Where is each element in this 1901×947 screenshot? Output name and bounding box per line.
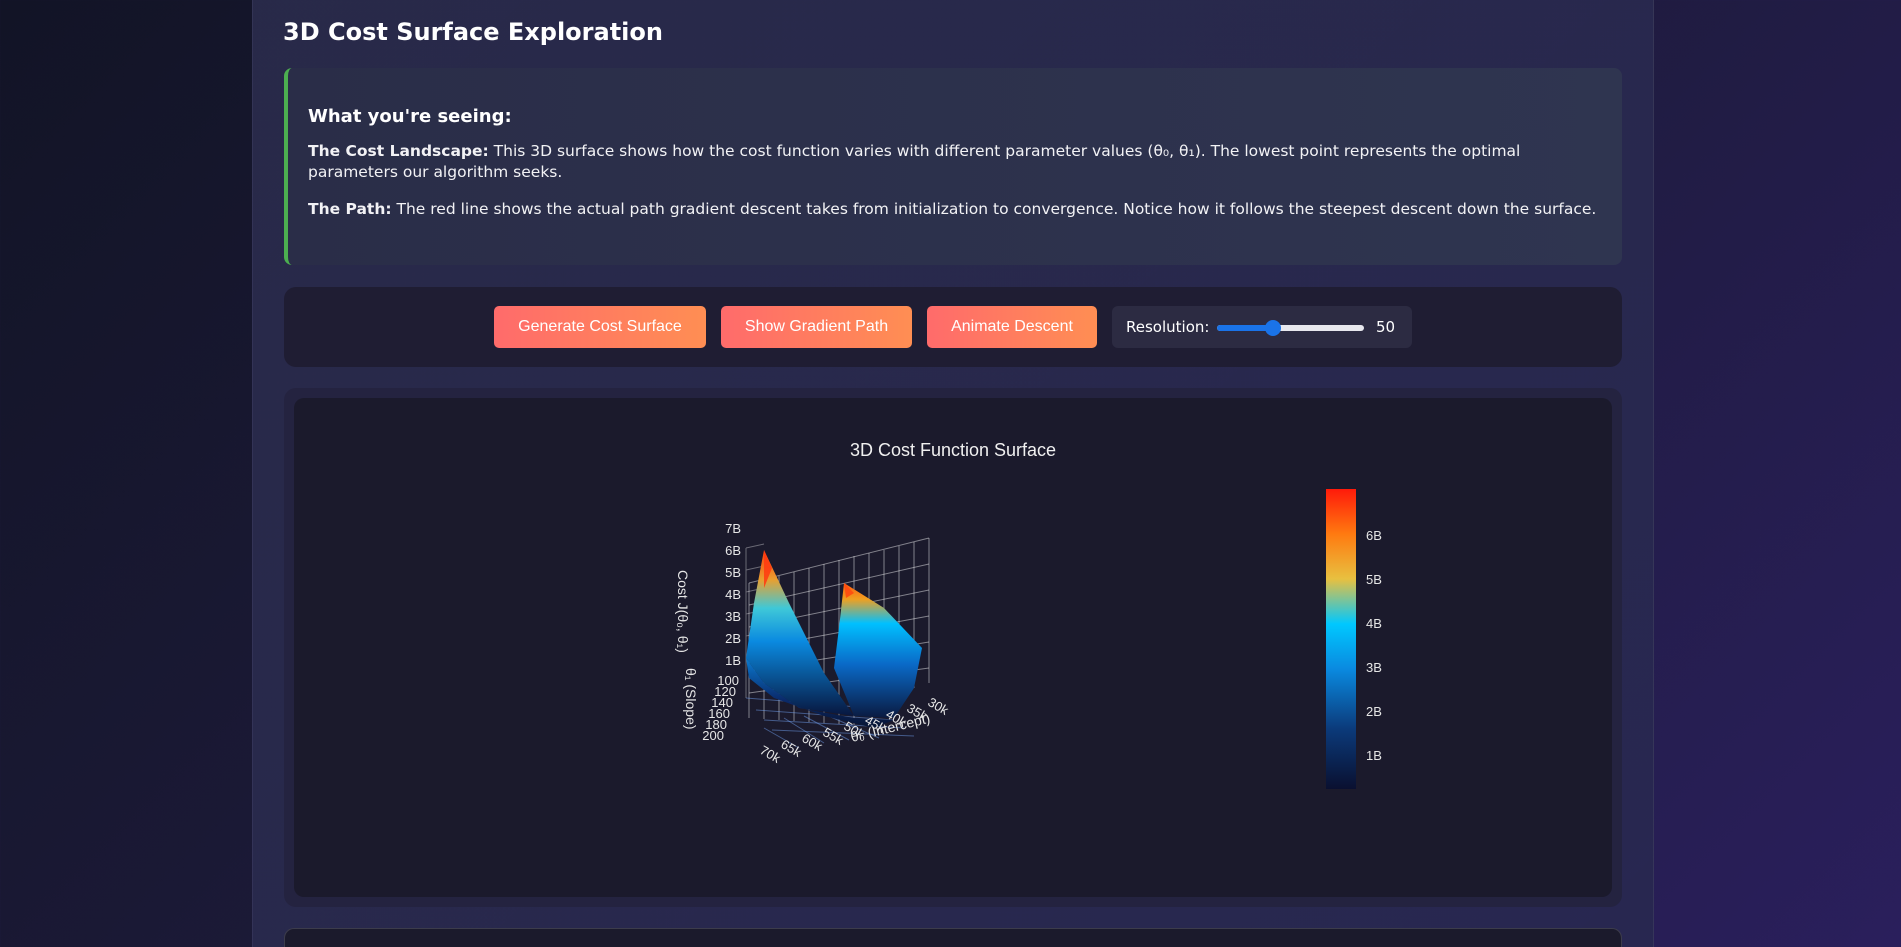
chart-plot-area[interactable]: 3D Cost Function Surface 1B 2B 3B 4B 5B … <box>294 398 1612 897</box>
z-tick-label: 3B <box>725 609 741 624</box>
resolution-slider-thumb[interactable] <box>1264 320 1281 336</box>
resolution-label: Resolution: <box>1126 318 1210 336</box>
y-axis-label: θ₁ (Slope) <box>683 668 699 730</box>
y-axis-ticks: 100120140160180200 <box>702 673 739 743</box>
z-tick-label: 5B <box>725 565 741 580</box>
z-tick-label: 7B <box>725 521 741 536</box>
info-heading: What you're seeing: <box>308 106 512 127</box>
colorbar-tick-label: 4B <box>1366 616 1382 631</box>
colorbar-ticks: 1B 2B 3B 4B 5B 6B <box>1366 528 1382 763</box>
colorbar-tick-label: 3B <box>1366 660 1382 675</box>
bottom-card <box>284 928 1622 947</box>
info-paragraph-path: The Path: The red line shows the actual … <box>308 199 1602 220</box>
z-tick-label: 2B <box>725 631 741 646</box>
resolution-slider[interactable] <box>1217 320 1364 336</box>
z-tick-label: 1B <box>725 653 741 668</box>
colorbar-tick-label: 5B <box>1366 572 1382 587</box>
info-box: What you're seeing: The Cost Landscape: … <box>284 68 1622 265</box>
z-tick-label: 4B <box>725 587 741 602</box>
show-gradient-path-button[interactable]: Show Gradient Path <box>721 306 912 348</box>
info-label-path: The Path: <box>308 200 392 218</box>
info-paragraph-landscape: The Cost Landscape: This 3D surface show… <box>308 141 1602 183</box>
generate-cost-surface-button[interactable]: Generate Cost Surface <box>494 306 706 348</box>
resolution-value: 50 <box>1376 318 1396 336</box>
section-title: 3D Cost Surface Exploration <box>283 18 663 46</box>
z-axis-label: Cost J(θ₀, θ₁) <box>675 570 691 653</box>
surface-right-wing <box>834 583 922 718</box>
resolution-control: Resolution: 50 <box>1112 306 1412 348</box>
colorbar-tick-label: 2B <box>1366 704 1382 719</box>
info-text-landscape: This 3D surface shows how the cost funct… <box>308 142 1521 181</box>
z-tick-label: 6B <box>725 543 741 558</box>
colorbar-tick-label: 1B <box>1366 748 1382 763</box>
chart-svg[interactable]: 1B2B3B4B5B6B7B 100120140160180200 30k35k… <box>294 398 1612 897</box>
y-tick-label: 200 <box>702 728 724 743</box>
z-axis-ticks: 1B 2B 3B 4B 5B 6B 7B <box>725 521 741 668</box>
animate-descent-button[interactable]: Animate Descent <box>927 306 1097 348</box>
controls-bar: Generate Cost Surface Show Gradient Path… <box>284 287 1622 367</box>
info-text-path: The red line shows the actual path gradi… <box>391 200 1597 218</box>
chart-container: 3D Cost Function Surface 1B 2B 3B 4B 5B … <box>284 388 1622 907</box>
info-label-landscape: The Cost Landscape: <box>308 142 489 160</box>
colorbar <box>1326 489 1356 789</box>
x-tick-label: 30k <box>925 694 951 718</box>
colorbar-tick-label: 6B <box>1366 528 1382 543</box>
